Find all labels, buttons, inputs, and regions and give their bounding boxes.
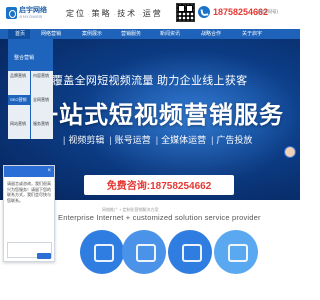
wechat-note: (微信同号) (257, 9, 278, 14)
section-title: Enterprise Internet + customized solutio… (58, 213, 261, 222)
slogan-word: 定位 (66, 9, 86, 18)
consult-number: 18758254662 (150, 181, 212, 192)
service-circle-icon[interactable] (80, 230, 124, 274)
site-header: 启宇网络 JINYOWEB 定位 · 策略 · 技术 · 运营 18758254662 (微… (0, 0, 300, 29)
service-avatar-icon (284, 146, 296, 158)
logo-en: JINYOWEB (19, 14, 43, 19)
service-item: 全媒体运营 (161, 135, 207, 145)
service-circle-icon[interactable] (122, 230, 166, 274)
chat-message: 请留言或咨询，我们很高兴为您服务！请留下您的联系方式，我们会尽快与您联系。 (7, 181, 51, 203)
hero-title: 一站式短视频营销服务 (34, 102, 284, 129)
site-logo[interactable]: 启宇网络 JINYOWEB (6, 5, 47, 23)
main-nav: 首页 网络营销 案例展示 营销服务 新闻资讯 战略合作 关于启宇 (0, 29, 300, 39)
service-item: 账号运营 (114, 135, 151, 145)
service-separator: | (211, 135, 214, 145)
slogan-word: 运营 (142, 9, 163, 18)
slogan-separator: · (113, 12, 116, 18)
consult-button[interactable]: 免费咨询:18758254662 (84, 175, 234, 195)
qr-code-icon (176, 3, 195, 22)
nav-item-services[interactable]: 营销服务 (121, 29, 141, 39)
consult-label: 免费咨询: (106, 181, 151, 192)
dropdown-column: 品牌营销 SEO营销 网站营销 (8, 71, 30, 139)
hero-services: | 视频剪辑 | 账号运营 | 全媒体运营 | 广告投放 (60, 133, 286, 146)
chat-header: × (4, 166, 54, 177)
slogan-word: 策略 (91, 9, 112, 18)
nav-item-marketing[interactable]: 网络营销 (41, 29, 61, 39)
dropdown-column: 内容营销 全网营销 服务营销 (31, 71, 53, 139)
dropdown-item[interactable]: 网站营销 (10, 119, 26, 129)
service-circle-icon[interactable] (168, 230, 212, 274)
header-slogan: 定位 · 策略 · 技术 · 运营 (66, 8, 163, 19)
service-circles (0, 230, 300, 300)
service-separator: | (155, 135, 159, 145)
dropdown-item[interactable]: 内容营销 (33, 71, 49, 81)
slogan-separator: · (139, 12, 141, 18)
nav-item-cases[interactable]: 案例展示 (82, 29, 102, 39)
slogan-word: 技术 (117, 9, 138, 18)
slogan-separator: · (88, 12, 90, 18)
nav-item-home[interactable]: 首页 (8, 29, 30, 39)
service-item: 视频剪辑 (68, 135, 105, 145)
nav-item-news[interactable]: 新闻资讯 (160, 29, 180, 39)
service-separator: | (109, 135, 112, 145)
service-item: 广告投放 (216, 135, 253, 145)
nav-dropdown-menu: 整合营销 品牌营销 SEO营销 网站营销 内容营销 全网营销 服务营销 (8, 39, 53, 139)
dropdown-item[interactable]: 品牌营销 (10, 71, 26, 81)
nav-item-about[interactable]: 关于启宇 (242, 29, 262, 39)
dropdown-item[interactable]: 全网营销 (33, 95, 49, 105)
dropdown-heading[interactable]: 整合营销 (14, 53, 34, 64)
phone-icon (198, 6, 210, 18)
service-separator: | (63, 135, 66, 145)
close-icon[interactable]: × (47, 168, 51, 175)
logo-mark-icon (6, 7, 17, 19)
service-circle-icon[interactable] (214, 230, 258, 274)
nav-item-partners[interactable]: 战略合作 (201, 29, 221, 39)
dropdown-item[interactable]: SEO营销 (8, 95, 30, 105)
floating-service[interactable] (284, 146, 300, 160)
dropdown-item[interactable]: 服务营销 (33, 119, 49, 129)
hero-tagline: 覆盖全网短视频流量 助力企业线上获客 (52, 75, 248, 87)
